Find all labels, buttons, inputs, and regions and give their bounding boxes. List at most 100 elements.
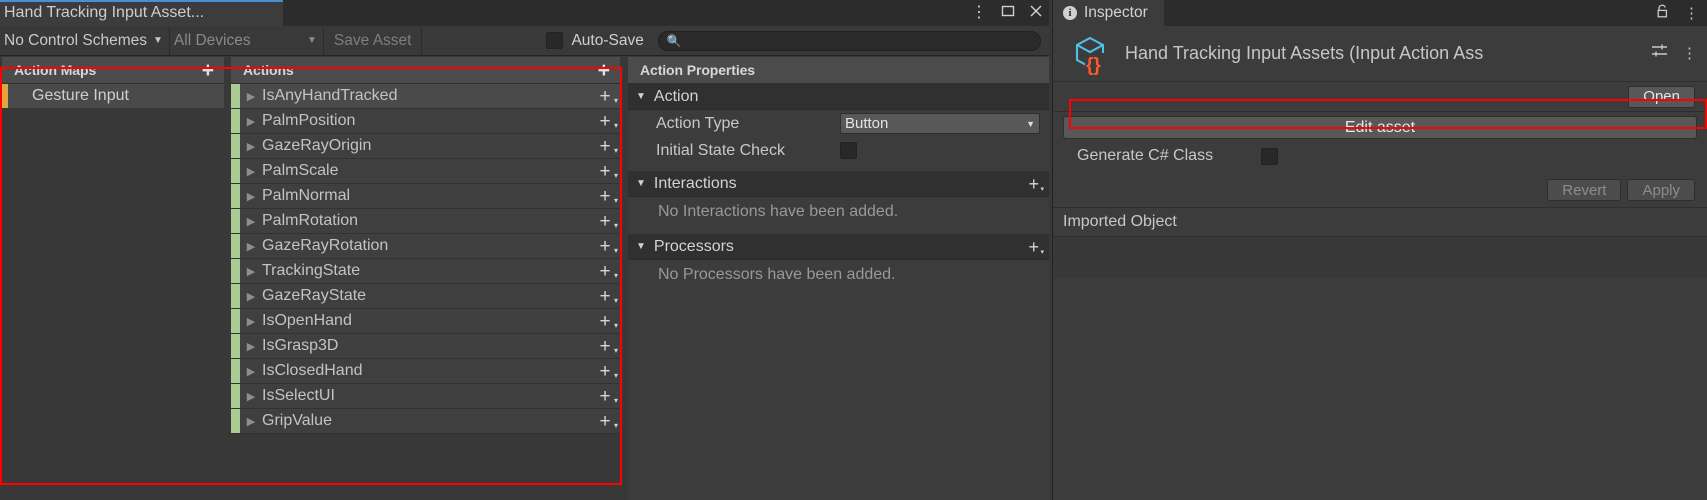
- close-icon[interactable]: [1029, 4, 1043, 22]
- auto-save-checkbox[interactable]: [546, 32, 564, 49]
- devices-label: All Devices: [173, 31, 251, 49]
- action-row[interactable]: ▶ IsAnyHandTracked +: [231, 84, 620, 109]
- apply-button[interactable]: Apply: [1627, 179, 1695, 201]
- chevron-right-icon[interactable]: ▶: [240, 140, 262, 153]
- lock-icon[interactable]: [1655, 3, 1670, 24]
- inspector-window: i Inspector ⋮ {} Hand Tracking Input Ass…: [1052, 0, 1707, 500]
- action-row[interactable]: ▶ IsOpenHand +: [231, 309, 620, 334]
- chevron-down-icon: ▼: [153, 35, 163, 46]
- kebab-menu-icon[interactable]: ⋮: [1682, 46, 1697, 61]
- action-map-row[interactable]: Gesture Input: [2, 84, 224, 109]
- devices-dropdown[interactable]: All Devices ▼: [170, 26, 324, 55]
- add-binding-button[interactable]: +: [590, 412, 620, 431]
- add-binding-button[interactable]: +: [590, 362, 620, 381]
- maximize-icon[interactable]: [1001, 4, 1015, 22]
- add-action-button[interactable]: +: [598, 60, 614, 81]
- chevron-right-icon[interactable]: ▶: [240, 240, 262, 253]
- interactions-section-foldout[interactable]: ▼ Interactions +: [628, 171, 1049, 197]
- action-color-bar: [231, 109, 240, 133]
- action-maps-title: Action Maps: [14, 62, 97, 78]
- action-row[interactable]: ▶ IsSelectUI +: [231, 384, 620, 409]
- action-name-label: PalmRotation: [262, 212, 359, 229]
- chevron-right-icon[interactable]: ▶: [240, 215, 262, 228]
- inspector-open-row: Open: [1053, 82, 1707, 112]
- action-map-label: Gesture Input: [32, 87, 129, 104]
- generate-cs-class-checkbox[interactable]: [1261, 147, 1278, 165]
- actions-list: ▶IsAnyHandTracked+▶PalmPosition+▶GazeRay…: [231, 84, 620, 500]
- interactions-empty-note: No Interactions have been added.: [658, 203, 899, 220]
- action-row[interactable]: ▶ IsClosedHand +: [231, 359, 620, 384]
- chevron-right-icon[interactable]: ▶: [240, 390, 262, 403]
- action-row[interactable]: ▶ TrackingState +: [231, 259, 620, 284]
- action-color-bar: [231, 334, 240, 358]
- add-processor-button[interactable]: +: [1028, 238, 1043, 256]
- open-button[interactable]: Open: [1628, 85, 1695, 108]
- action-name-label: GazeRayState: [262, 287, 367, 304]
- control-schemes-dropdown[interactable]: No Control Schemes ▼: [0, 26, 170, 55]
- action-row[interactable]: ▶ PalmNormal +: [231, 184, 620, 209]
- chevron-right-icon[interactable]: ▶: [240, 365, 262, 378]
- add-binding-button[interactable]: +: [590, 212, 620, 231]
- kebab-menu-icon[interactable]: ⋮: [1684, 6, 1699, 21]
- action-maps-list: Gesture Input: [2, 84, 224, 500]
- action-row[interactable]: ▶ GazeRayRotation +: [231, 234, 620, 259]
- initial-state-check-checkbox[interactable]: [840, 142, 857, 159]
- action-name-label: TrackingState: [262, 262, 361, 279]
- action-name-label: IsClosedHand: [262, 362, 363, 379]
- chevron-right-icon[interactable]: ▶: [240, 190, 262, 203]
- add-action-map-button[interactable]: +: [202, 60, 218, 81]
- edit-asset-button[interactable]: Edit asset: [1063, 116, 1697, 139]
- action-type-dropdown[interactable]: Button ▼: [840, 113, 1040, 134]
- search-input[interactable]: [686, 32, 1032, 49]
- revert-button[interactable]: Revert: [1547, 179, 1622, 201]
- add-binding-button[interactable]: +: [590, 262, 620, 281]
- action-properties-header: Action Properties: [628, 57, 1049, 84]
- processors-section-foldout[interactable]: ▼ Processors +: [628, 234, 1049, 260]
- add-binding-button[interactable]: +: [590, 112, 620, 131]
- chevron-right-icon[interactable]: ▶: [240, 415, 262, 428]
- tab-inspector[interactable]: i Inspector: [1053, 0, 1164, 26]
- inspector-tab-label: Inspector: [1084, 4, 1148, 21]
- action-row[interactable]: ▶ PalmPosition +: [231, 109, 620, 134]
- tab-hand-tracking-input-asset[interactable]: Hand Tracking Input Asset...: [0, 0, 283, 26]
- action-row[interactable]: ▶ IsGrasp3D +: [231, 334, 620, 359]
- chevron-right-icon[interactable]: ▶: [240, 265, 262, 278]
- tab-label: Hand Tracking Input Asset...: [4, 4, 205, 21]
- chevron-right-icon[interactable]: ▶: [240, 165, 262, 178]
- action-row[interactable]: ▶ GazeRayState +: [231, 284, 620, 309]
- action-maps-header: Action Maps +: [2, 57, 224, 84]
- action-row[interactable]: ▶ GazeRayOrigin +: [231, 134, 620, 159]
- add-interaction-button[interactable]: +: [1028, 175, 1043, 193]
- action-properties-body: ▼ Action Action Type Button ▼ Initial St…: [628, 84, 1049, 500]
- add-binding-button[interactable]: +: [590, 162, 620, 181]
- action-row[interactable]: ▶ PalmScale +: [231, 159, 620, 184]
- chevron-right-icon[interactable]: ▶: [240, 315, 262, 328]
- inspector-body: Edit asset Generate C# Class Revert Appl…: [1053, 112, 1707, 237]
- action-color-bar: [231, 209, 240, 233]
- add-binding-button[interactable]: +: [590, 287, 620, 306]
- action-row[interactable]: ▶ GripValue +: [231, 409, 620, 434]
- chevron-right-icon[interactable]: ▶: [240, 115, 262, 128]
- save-asset-button[interactable]: Save Asset: [324, 26, 423, 55]
- add-binding-button[interactable]: +: [590, 187, 620, 206]
- chevron-down-icon: ▼: [307, 35, 317, 46]
- preset-icon[interactable]: [1651, 43, 1669, 64]
- inspector-tabstrip: i Inspector ⋮: [1053, 0, 1707, 26]
- add-binding-button[interactable]: +: [590, 337, 620, 356]
- kebab-menu-icon[interactable]: ⋮: [971, 5, 987, 21]
- search-field[interactable]: 🔍: [657, 30, 1041, 51]
- add-binding-button[interactable]: +: [590, 387, 620, 406]
- action-section-foldout[interactable]: ▼ Action: [628, 84, 1049, 110]
- add-binding-button[interactable]: +: [590, 237, 620, 256]
- action-name-label: PalmNormal: [262, 187, 351, 204]
- add-binding-button[interactable]: +: [590, 87, 620, 106]
- chevron-right-icon[interactable]: ▶: [240, 290, 262, 303]
- add-binding-button[interactable]: +: [590, 137, 620, 156]
- initial-state-check-row: Initial State Check: [628, 137, 1049, 164]
- chevron-right-icon[interactable]: ▶: [240, 90, 262, 103]
- add-binding-button[interactable]: +: [590, 312, 620, 331]
- action-row[interactable]: ▶ PalmRotation +: [231, 209, 620, 234]
- auto-save-toggle[interactable]: Auto-Save: [542, 32, 644, 50]
- chevron-right-icon[interactable]: ▶: [240, 340, 262, 353]
- action-name-label: IsOpenHand: [262, 312, 352, 329]
